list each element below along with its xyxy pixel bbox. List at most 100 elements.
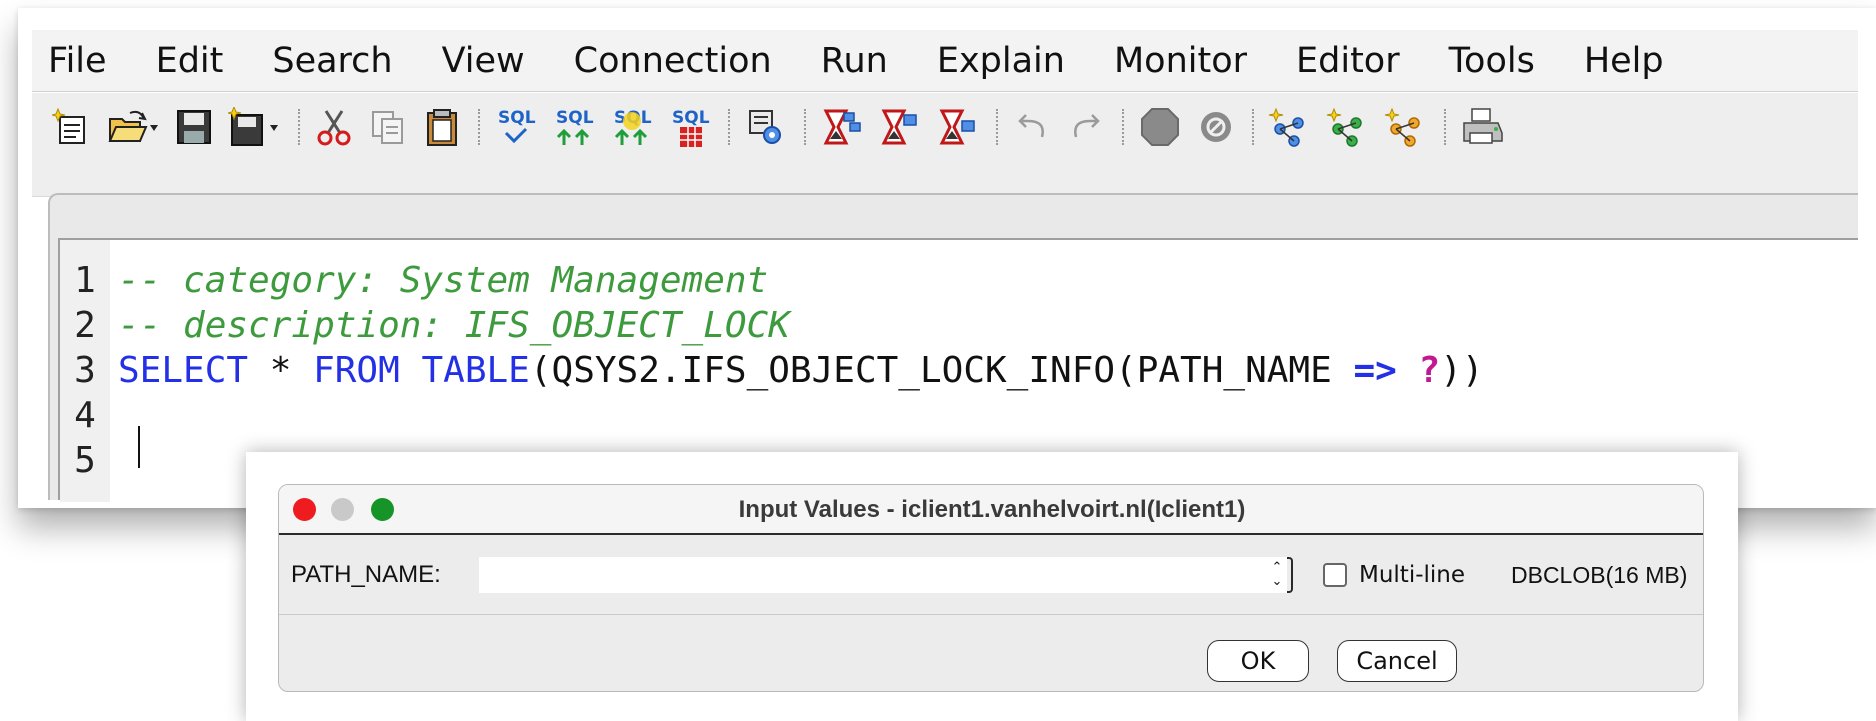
menu-monitor[interactable]: Monitor	[1114, 41, 1247, 81]
code-line: 1 -- category: System Management	[60, 258, 1850, 302]
run-all-button[interactable]: SQL	[610, 105, 654, 149]
svg-text:SQL: SQL	[556, 108, 594, 128]
multi-line-checkbox[interactable]	[1323, 563, 1347, 587]
scissors-icon	[317, 110, 351, 146]
toolbar-separator	[728, 109, 730, 145]
save-as-icon	[228, 107, 278, 146]
network-connect-icon	[1326, 107, 1362, 147]
menu-file[interactable]: File	[48, 41, 107, 81]
hourglass-explain-icon	[881, 109, 917, 145]
save-button[interactable]	[174, 105, 214, 149]
menu-help[interactable]: Help	[1584, 41, 1664, 81]
connect-button-3[interactable]	[1384, 105, 1428, 149]
zoom-window-button[interactable]	[371, 498, 394, 521]
toolbar-separator	[1122, 109, 1124, 145]
open-folder-icon	[108, 110, 158, 142]
clipboard-icon	[427, 109, 457, 146]
menu-tools[interactable]: Tools	[1449, 41, 1535, 81]
path-name-input[interactable]	[479, 557, 1267, 593]
menu-view[interactable]: View	[442, 41, 525, 81]
sql-run-all-icon: SQL	[614, 108, 652, 145]
save-as-button[interactable]	[228, 105, 282, 149]
hourglass-explain-icon	[939, 109, 975, 145]
menu-bar: File Edit Search View Connection Run Exp…	[32, 30, 1858, 92]
redo-icon	[1074, 114, 1100, 138]
line-number: 2	[74, 304, 96, 346]
toolbar-separator	[804, 109, 806, 145]
code-comment: -- description: IFS_OBJECT_LOCK	[118, 304, 790, 346]
ok-button[interactable]: OK	[1207, 640, 1309, 682]
sql-run-from-selected-icon: SQL	[556, 108, 594, 145]
svg-text:SQL: SQL	[498, 108, 536, 128]
data-type-label: DBCLOB(16 MB)	[1511, 562, 1688, 588]
sql-text: ))	[1440, 349, 1484, 391]
connect-button-2[interactable]	[1326, 105, 1370, 149]
open-button[interactable]	[106, 105, 160, 149]
sql-text: (QSYS2.IFS_OBJECT_LOCK_INFO(PATH_NAME	[529, 349, 1354, 391]
printer-icon	[1463, 108, 1503, 144]
minimize-window-button[interactable]	[331, 498, 354, 521]
menu-explain[interactable]: Explain	[937, 41, 1065, 81]
chevron-down-icon: ⌄	[1271, 574, 1283, 589]
input-border-end	[1287, 557, 1293, 593]
new-document-icon	[52, 107, 85, 144]
text-caret	[138, 426, 140, 468]
close-window-button[interactable]	[293, 498, 316, 521]
code-line: 4	[60, 393, 1850, 437]
floppy-disk-icon	[177, 110, 211, 144]
run-selected-to-table-button[interactable]: SQL	[668, 105, 712, 149]
run-check-syntax-button[interactable]: SQL	[494, 105, 538, 149]
path-name-label: PATH_NAME:	[291, 561, 441, 588]
toolbar-separator	[1252, 109, 1254, 145]
new-script-button[interactable]	[52, 105, 92, 149]
sql-keyword: TABLE	[421, 349, 530, 391]
parameter-marker: ?	[1418, 349, 1441, 391]
toolbar: SQL SQL SQL SQL	[32, 93, 1858, 197]
line-number: 3	[74, 349, 96, 391]
sql-text: *	[248, 349, 314, 391]
undo-button[interactable]	[1012, 105, 1052, 149]
sql-keyword: FROM	[313, 349, 400, 391]
connect-button-1[interactable]	[1268, 105, 1312, 149]
line-number: 5	[74, 439, 96, 481]
visual-explain-icon	[749, 110, 781, 144]
explain-button-1[interactable]	[820, 105, 864, 149]
explain-button-3[interactable]	[936, 105, 980, 149]
menu-connection[interactable]: Connection	[574, 41, 772, 81]
hourglass-explain-icon	[823, 109, 861, 145]
line-number: 4	[74, 394, 96, 436]
copy-button[interactable]	[368, 105, 408, 149]
sql-operator: =>	[1353, 349, 1397, 391]
paste-button[interactable]	[422, 105, 462, 149]
cancel-request-button[interactable]	[1196, 105, 1236, 149]
line-number: 1	[74, 259, 96, 301]
menu-search[interactable]: Search	[272, 41, 392, 81]
value-stepper[interactable]: ⌃ ⌄	[1267, 557, 1287, 593]
cancel-button[interactable]: Cancel	[1337, 640, 1457, 682]
network-connect-icon	[1384, 107, 1420, 147]
print-button[interactable]	[1460, 105, 1504, 149]
menu-editor[interactable]: Editor	[1296, 41, 1400, 81]
input-values-dialog: Input Values - iclient1.vanhelvoirt.nl(I…	[278, 484, 1704, 692]
stop-icon	[1141, 108, 1179, 146]
cut-button[interactable]	[314, 105, 354, 149]
toolbar-separator	[298, 109, 300, 145]
chevron-up-icon: ⌃	[1271, 560, 1283, 575]
svg-text:SQL: SQL	[672, 108, 710, 128]
undo-icon	[1018, 114, 1044, 138]
menu-edit[interactable]: Edit	[156, 41, 224, 81]
cancel-icon	[1201, 112, 1231, 142]
toolbar-separator	[996, 109, 998, 145]
dialog-title: Input Values - iclient1.vanhelvoirt.nl(I…	[738, 496, 1246, 523]
multi-line-label: Multi-line	[1359, 562, 1466, 588]
redo-button[interactable]	[1066, 105, 1106, 149]
code-comment: -- category: System Management	[118, 259, 769, 301]
parameter-row: PATH_NAME: ⌃ ⌄ Multi-line DBCLOB(16 MB)	[279, 535, 1703, 615]
explain-button-2[interactable]	[878, 105, 922, 149]
run-from-selected-button[interactable]: SQL	[552, 105, 596, 149]
menu-run[interactable]: Run	[821, 41, 888, 81]
stop-button[interactable]	[1138, 105, 1182, 149]
visual-explain-button[interactable]	[744, 105, 788, 149]
